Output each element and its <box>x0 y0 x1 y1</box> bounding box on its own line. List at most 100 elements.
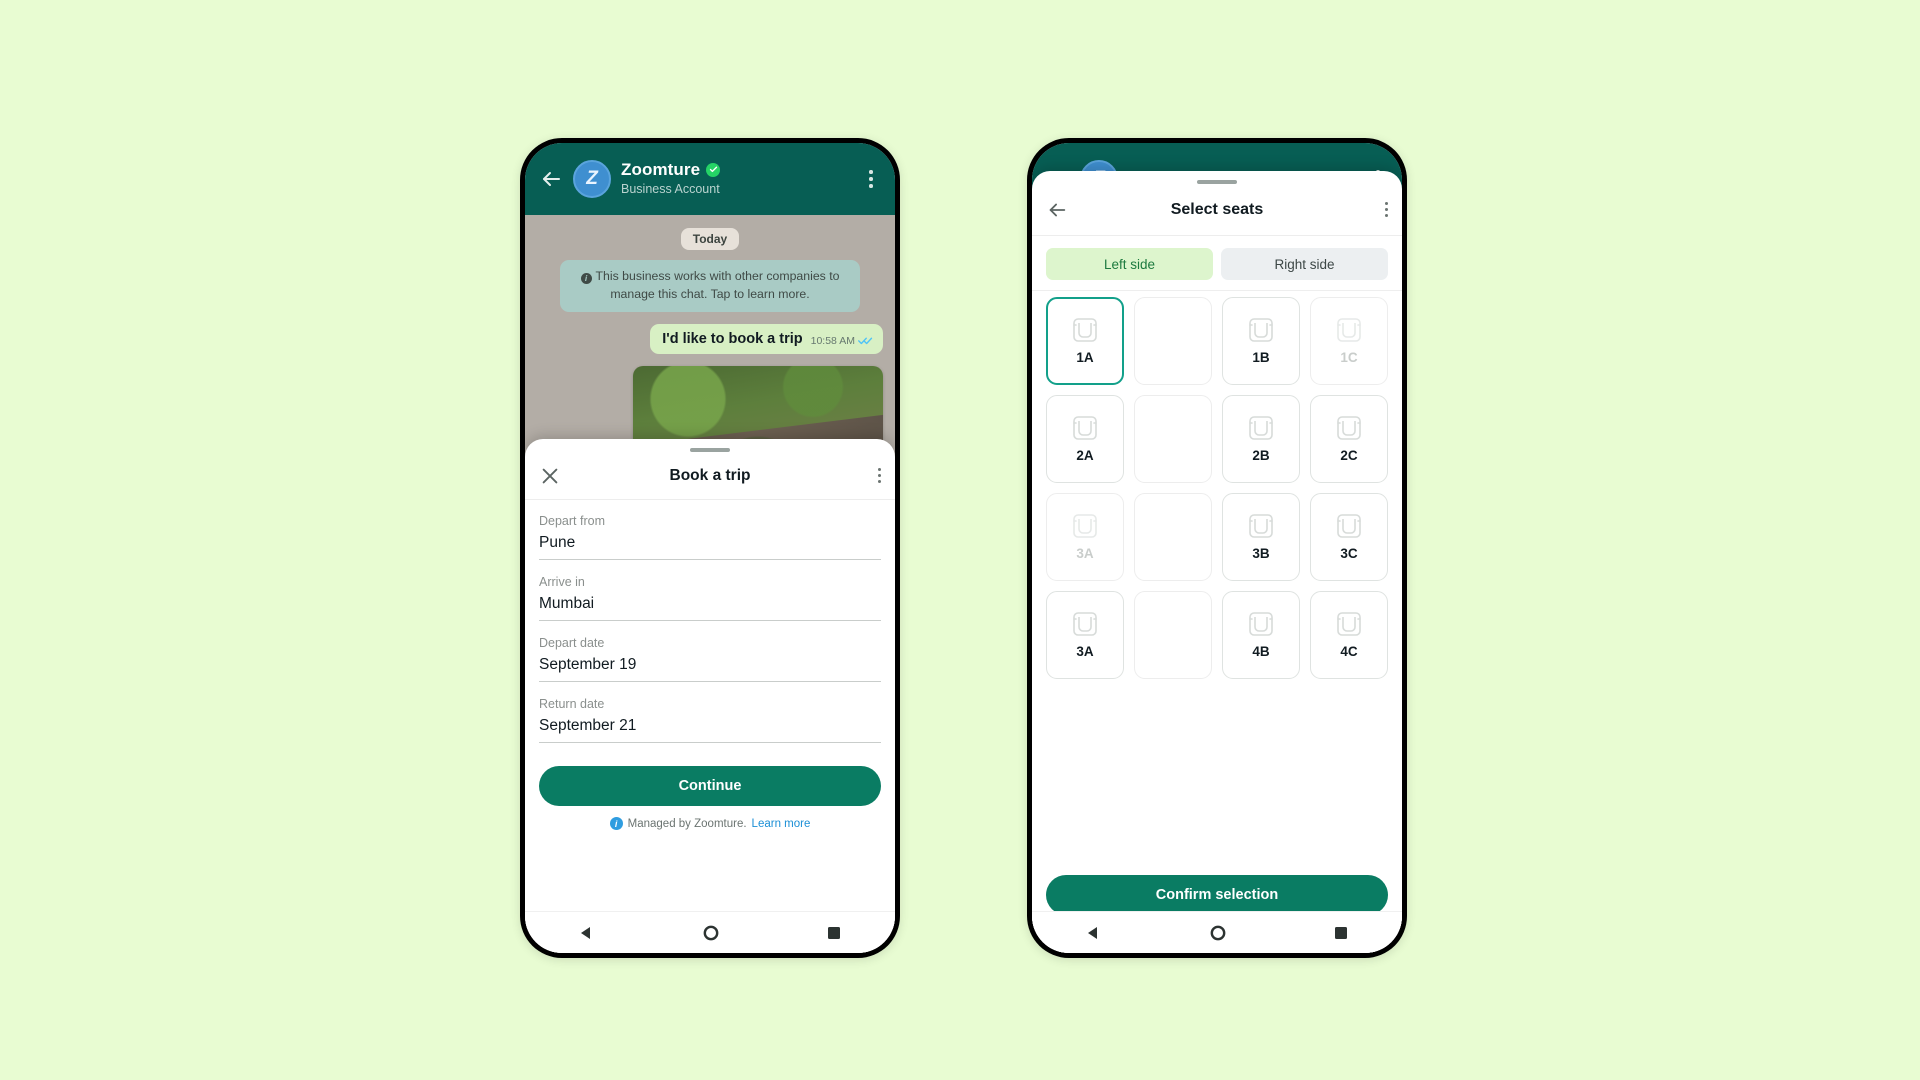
seat-4B[interactable]: 4B <box>1222 591 1300 679</box>
field-depart-from: Depart from Pune <box>539 514 881 560</box>
seat-label: 3A <box>1076 546 1094 561</box>
chat-contact-name: Zoomture <box>621 160 701 180</box>
seat-label: 3A <box>1076 644 1094 659</box>
seat-icon <box>1337 514 1361 538</box>
managed-by-footer: i Managed by Zoomture. Learn more <box>525 806 895 844</box>
seat-2A[interactable]: 2A <box>1046 395 1124 483</box>
phone-left-screen: Z Zoomture Business Account Today i This … <box>525 143 895 953</box>
book-a-trip-sheet: Book a trip Depart from Pune Arrive in M… <box>525 439 895 953</box>
page-title: Book a trip <box>669 466 751 484</box>
tab-right-side[interactable]: Right side <box>1221 248 1388 280</box>
phone-right: Z Zoomture S <box>1027 138 1407 958</box>
arrow-left-icon[interactable] <box>1046 199 1068 221</box>
seat-2C[interactable]: 2C <box>1310 395 1388 483</box>
seat-label: 2B <box>1252 448 1270 463</box>
depart-from-input[interactable]: Pune <box>539 534 881 560</box>
page-title: Select seats <box>1170 200 1264 218</box>
seat-label: 3C <box>1340 546 1358 561</box>
seat-map-scroll[interactable]: 1A 1B 1C 2A 2B 2C 3A 3B 3C 3A 4B 4C <box>1032 290 1402 865</box>
arrive-in-input[interactable]: Mumbai <box>539 595 881 621</box>
sheet-header: Select seats <box>1032 184 1402 236</box>
overflow-menu-icon[interactable] <box>877 467 881 484</box>
side-tabs: Left side Right side <box>1032 236 1402 290</box>
field-label: Arrive in <box>539 575 585 589</box>
sheet-header: Book a trip <box>525 452 895 500</box>
seat-label: 1B <box>1252 350 1270 365</box>
system-notice-text: This business works with other companies… <box>595 269 840 301</box>
seat-label: 1A <box>1076 350 1094 365</box>
tab-left-side[interactable]: Left side <box>1046 248 1213 280</box>
seat-label: 2A <box>1076 448 1094 463</box>
seat-icon <box>1073 416 1097 440</box>
nav-recents-square-icon[interactable] <box>1334 926 1348 940</box>
seat-4C[interactable]: 4C <box>1310 591 1388 679</box>
nav-back-triangle-icon[interactable] <box>1086 925 1102 941</box>
nav-recents-square-icon[interactable] <box>827 926 841 940</box>
seat-aisle-gap <box>1134 395 1212 483</box>
seat-1C: 1C <box>1310 297 1388 385</box>
arrow-left-icon[interactable] <box>539 167 563 191</box>
seat-label: 4C <box>1340 644 1358 659</box>
seat-label: 1C <box>1340 350 1358 365</box>
seat-label: 3B <box>1252 546 1270 561</box>
return-date-input[interactable]: September 21 <box>539 717 881 743</box>
continue-button[interactable]: Continue <box>539 766 881 806</box>
message-timestamp: 10:58 AM <box>810 334 855 347</box>
seat-3A: 3A <box>1046 493 1124 581</box>
learn-more-link[interactable]: Learn more <box>752 818 811 830</box>
double-check-icon <box>858 336 873 345</box>
seat-icon <box>1249 612 1273 636</box>
nav-home-circle-icon[interactable] <box>703 925 719 941</box>
field-depart-date: Depart date September 19 <box>539 636 881 682</box>
android-navbar <box>525 911 895 953</box>
chat-contact-subtitle: Business Account <box>621 181 720 196</box>
verified-check-icon <box>706 162 721 177</box>
confirm-selection-button[interactable]: Confirm selection <box>1046 875 1388 915</box>
seat-icon <box>1073 514 1097 538</box>
info-badge-icon: i <box>609 817 623 830</box>
seat-aisle-gap <box>1134 297 1212 385</box>
outgoing-message-row: I'd like to book a trip 10:58 AM <box>537 323 883 354</box>
seat-2B[interactable]: 2B <box>1222 395 1300 483</box>
chat-header: Z Zoomture Business Account <box>525 143 895 215</box>
seat-icon <box>1073 612 1097 636</box>
seat-grid: 1A 1B 1C 2A 2B 2C 3A 3B 3C 3A 4B 4C <box>1046 297 1388 679</box>
depart-date-input[interactable]: September 19 <box>539 656 881 682</box>
outgoing-message-bubble[interactable]: I'd like to book a trip 10:58 AM <box>650 323 883 354</box>
managed-by-text: Managed by Zoomture. <box>627 817 747 830</box>
overflow-menu-icon[interactable] <box>1384 201 1388 218</box>
seat-icon <box>1249 514 1273 538</box>
info-icon: i <box>580 272 592 284</box>
seat-3B[interactable]: 3B <box>1222 493 1300 581</box>
seat-label: 4B <box>1252 644 1270 659</box>
seat-1A[interactable]: 1A <box>1046 297 1124 385</box>
outgoing-message-text: I'd like to book a trip <box>662 330 803 347</box>
seat-icon <box>1249 416 1273 440</box>
nav-back-triangle-icon[interactable] <box>579 925 595 941</box>
seat-icon <box>1249 318 1273 342</box>
android-navbar <box>1032 911 1402 953</box>
message-meta: 10:58 AM <box>811 335 873 347</box>
system-notice[interactable]: i This business works with other companie… <box>560 260 860 312</box>
select-seats-sheet: Select seats Left side Right side 1A 1B 1C… <box>1032 171 1402 953</box>
seat-1B[interactable]: 1B <box>1222 297 1300 385</box>
seat-icon <box>1073 318 1097 342</box>
phone-left: Z Zoomture Business Account Today i This … <box>520 138 900 958</box>
close-icon[interactable] <box>539 465 561 487</box>
seat-3A[interactable]: 3A <box>1046 591 1124 679</box>
trip-form: Depart from Pune Arrive in Mumbai Depart… <box>525 500 895 758</box>
field-label: Depart date <box>539 636 605 650</box>
field-return-date: Return date September 21 <box>539 697 881 743</box>
field-label: Return date <box>539 697 605 711</box>
field-arrive-in: Arrive in Mumbai <box>539 575 881 621</box>
chat-contact-info[interactable]: Zoomture Business Account <box>621 160 851 198</box>
seat-aisle-gap <box>1134 591 1212 679</box>
seat-icon <box>1337 612 1361 636</box>
nav-home-circle-icon[interactable] <box>1210 925 1226 941</box>
phone-right-screen: Z Zoomture S <box>1032 143 1402 953</box>
seat-icon <box>1337 416 1361 440</box>
seat-3C[interactable]: 3C <box>1310 493 1388 581</box>
avatar[interactable]: Z <box>573 160 611 198</box>
seat-label: 2C <box>1340 448 1358 463</box>
overflow-menu-icon[interactable] <box>861 170 881 188</box>
